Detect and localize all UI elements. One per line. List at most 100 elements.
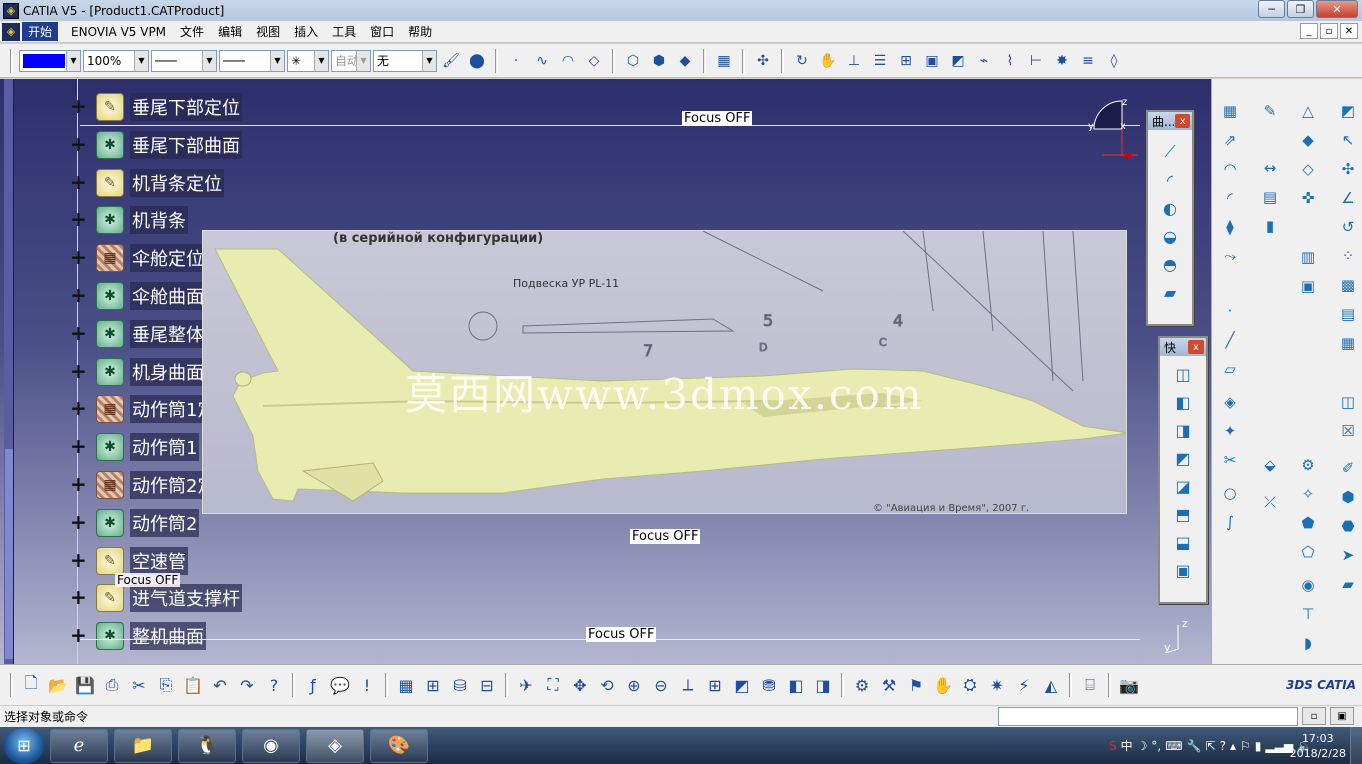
- quick-view-toolbar-close[interactable]: x: [1188, 340, 1204, 354]
- normal-view-icon[interactable]: ⟂: [675, 671, 701, 699]
- surface-split-icon[interactable]: ◇: [1294, 155, 1322, 183]
- analysis-icon[interactable]: ⌇: [998, 49, 1022, 73]
- axis-system-icon[interactable]: ⊥: [842, 49, 866, 73]
- view-right-icon[interactable]: ◪: [1169, 472, 1197, 500]
- expand-plus-icon[interactable]: +: [70, 323, 87, 343]
- import-icon[interactable]: ▣: [1294, 272, 1322, 300]
- trim-icon[interactable]: ✂: [1216, 446, 1244, 474]
- comment-icon[interactable]: 💬: [327, 671, 353, 699]
- menu-enovia[interactable]: ENOVIA V5 VPM: [64, 25, 173, 39]
- render-shading-icon[interactable]: ⛃: [756, 671, 782, 699]
- bottle-icon[interactable]: ▮: [1256, 212, 1284, 240]
- share-icon[interactable]: ⇱: [1206, 739, 1216, 753]
- t-icon[interactable]: ⊤: [1294, 600, 1322, 628]
- assembly-icon[interactable]: ⚑: [903, 671, 929, 699]
- clash-icon[interactable]: ⚡: [1011, 671, 1037, 699]
- scan-icon[interactable]: ⌸: [1077, 671, 1103, 699]
- maximize-button[interactable]: ❐: [1287, 0, 1314, 18]
- purple-cube-icon[interactable]: ⬢: [1334, 483, 1362, 511]
- doc-close-button[interactable]: ✕: [1340, 23, 1358, 39]
- tree-scrollbar[interactable]: [4, 79, 14, 664]
- surfaces-toolbar-close[interactable]: x: [1175, 114, 1190, 128]
- doc-restore-button[interactable]: ▫: [1320, 23, 1338, 39]
- command-button-2[interactable]: ▣: [1330, 707, 1354, 725]
- paste-icon[interactable]: 📋: [180, 671, 206, 699]
- zoom-out-icon[interactable]: ⊖: [648, 671, 674, 699]
- highlight-icon[interactable]: ✸: [1050, 49, 1074, 73]
- show-desktop-button[interactable]: [1350, 727, 1362, 764]
- expand-plus-icon[interactable]: +: [70, 96, 87, 116]
- cube-iso-icon[interactable]: ◩: [1334, 97, 1362, 125]
- tree-node[interactable]: + ✎ 空速管: [70, 546, 188, 576]
- chrome-taskbar-icon[interactable]: ◉: [242, 728, 300, 763]
- gear-icon[interactable]: ⚙: [1294, 451, 1322, 479]
- menu-edit[interactable]: 编辑: [211, 23, 249, 40]
- camera-icon[interactable]: 📷: [1116, 671, 1142, 699]
- catia-taskbar-icon[interactable]: ◈: [306, 728, 364, 763]
- minimize-button[interactable]: ─: [1258, 0, 1285, 18]
- sphere-surface-icon[interactable]: ◐: [1156, 194, 1184, 222]
- view-top-icon[interactable]: ⬒: [1169, 500, 1197, 528]
- iso-view-icon[interactable]: ◩: [729, 671, 755, 699]
- multi-view-icon[interactable]: ⊞: [702, 671, 728, 699]
- measure-icon[interactable]: ⌁: [972, 49, 996, 73]
- tree-node[interactable]: + ▦ 伞舱定位: [70, 243, 206, 273]
- hide-show-icon[interactable]: ◧: [783, 671, 809, 699]
- view-back-cube-icon[interactable]: ◨: [1169, 416, 1197, 444]
- ime-indicator[interactable]: 中: [1121, 737, 1133, 754]
- open-folder-icon[interactable]: 📂: [45, 671, 71, 699]
- view-named-icon[interactable]: ▣: [1169, 556, 1197, 584]
- punctuation-icon[interactable]: °,: [1151, 739, 1161, 753]
- print-icon[interactable]: ⎙: [99, 671, 125, 699]
- expand-plus-icon[interactable]: +: [70, 398, 87, 418]
- linetype-combo[interactable]: ─── ▼: [151, 49, 217, 72]
- expand-plus-icon[interactable]: +: [70, 247, 87, 267]
- qq-taskbar-icon[interactable]: 🐧: [178, 728, 236, 763]
- expand-plus-icon[interactable]: +: [70, 512, 87, 532]
- copy-icon[interactable]: ⎘: [153, 671, 179, 699]
- dimension-icon[interactable]: ↔: [1256, 154, 1284, 182]
- purple-pen-icon[interactable]: ✐: [1334, 454, 1362, 482]
- table-icon[interactable]: ▥: [1294, 243, 1322, 271]
- undo-icon[interactable]: ↶: [207, 671, 233, 699]
- pattern-icon[interactable]: ⁘: [1334, 242, 1362, 270]
- explorer-taskbar-icon[interactable]: 📁: [114, 728, 172, 763]
- cut-icon[interactable]: ✂: [126, 671, 152, 699]
- catalog-icon[interactable]: ▦: [712, 49, 736, 73]
- windows-start-button[interactable]: ⊞: [4, 727, 44, 764]
- redo-icon[interactable]: ↷: [234, 671, 260, 699]
- zoom-in-icon[interactable]: ⊕: [621, 671, 647, 699]
- sweep-surface-icon[interactable]: ◓: [1156, 250, 1184, 278]
- fold-icon[interactable]: ⤫: [1256, 488, 1284, 516]
- cursor-icon[interactable]: ↖: [1334, 126, 1362, 154]
- circle-arc-icon[interactable]: ◠: [1216, 155, 1244, 183]
- render-style-icon[interactable]: ◆: [673, 49, 697, 73]
- purple-arrow-icon[interactable]: ➤: [1334, 541, 1362, 569]
- surface-heal-icon[interactable]: ✜: [1294, 184, 1322, 212]
- block-icon[interactable]: ▩: [1334, 271, 1362, 299]
- tree-node[interactable]: + ✎ 垂尾下部定位: [70, 92, 242, 122]
- system-clock[interactable]: 17:03 2018/2/28: [1290, 731, 1346, 761]
- expand-plus-icon[interactable]: +: [70, 587, 87, 607]
- surface-join-icon[interactable]: ◆: [1294, 126, 1322, 154]
- doc-icon[interactable]: ▦: [1334, 329, 1362, 357]
- save-icon[interactable]: 💾: [72, 671, 98, 699]
- document-icon[interactable]: ◈: [2, 22, 20, 41]
- spline-icon[interactable]: ∿: [530, 49, 554, 73]
- circle-tool-icon[interactable]: ○: [1216, 479, 1244, 507]
- moon-icon[interactable]: ☽: [1137, 739, 1148, 753]
- view-cube-icon[interactable]: ⬡: [621, 49, 645, 73]
- menu-file[interactable]: 文件: [173, 23, 211, 40]
- tree-node[interactable]: + ✱ 整机曲面: [70, 621, 206, 651]
- fly-mode-icon[interactable]: ✈: [513, 671, 539, 699]
- layer-combo[interactable]: 自动 ▼: [331, 49, 371, 72]
- view-front-icon[interactable]: ◧: [1169, 388, 1197, 416]
- explode-icon[interactable]: ✷: [984, 671, 1010, 699]
- ie-taskbar-icon[interactable]: ℯ: [50, 728, 108, 763]
- menu-tools[interactable]: 工具: [325, 23, 363, 40]
- pan-hand-icon[interactable]: ✋: [816, 49, 840, 73]
- graph-icon[interactable]: ∠: [1334, 184, 1362, 212]
- plane-tool-icon[interactable]: ▱: [1216, 355, 1244, 383]
- fill-surface-icon[interactable]: ▰: [1156, 278, 1184, 306]
- sketch-icon[interactable]: ▦: [1216, 97, 1244, 125]
